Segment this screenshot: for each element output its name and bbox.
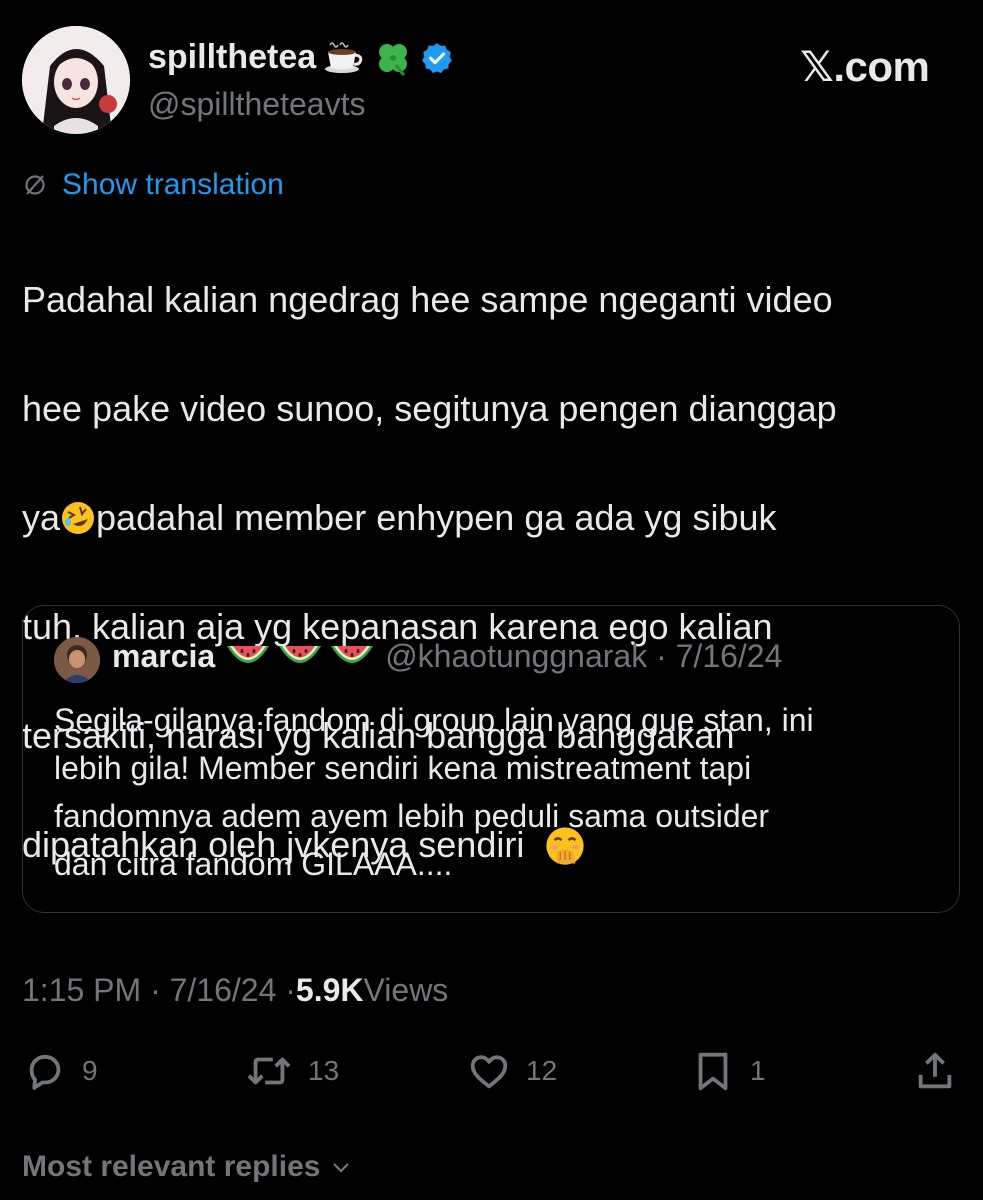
tweet-line: hee pake video sunoo, segitunya pengen d… (22, 387, 837, 429)
like-button[interactable]: 12 (466, 1048, 557, 1094)
watermelon-icon (331, 645, 374, 663)
views-label: Views (363, 972, 449, 1008)
replies-sort-dropdown[interactable]: Most relevant replies (22, 1150, 352, 1184)
bookmark-button[interactable]: 1 (690, 1048, 766, 1094)
tweet-line: ya padahal member enhypen ga ada yg sibu… (22, 491, 962, 546)
empty-set-icon (25, 175, 45, 195)
profile-avatar[interactable] (22, 26, 130, 134)
quote-line: Segila-gilanya fandom di group lain yang… (54, 702, 814, 738)
watermelon-icon (279, 645, 322, 663)
quoted-user-avatar[interactable] (54, 637, 100, 683)
watermelon-emojis (225, 640, 375, 674)
quoted-tweet-text: Segila-gilanya fandom di group lain yang… (54, 696, 934, 888)
reply-button[interactable]: 9 (22, 1048, 98, 1094)
quoted-handle-date[interactable]: @khaotunggnarak · 7/16/24 (385, 638, 782, 675)
share-icon (918, 1052, 952, 1089)
bookmark-count: 1 (750, 1055, 766, 1086)
quote-line: lebih gila! Member sendiri kena mistreat… (54, 750, 752, 786)
brand-watermark: 𝕏.com (800, 43, 930, 90)
display-name[interactable]: spillthetea (148, 38, 316, 77)
show-translation-link[interactable]: Show translation (62, 168, 284, 202)
quote-line: dan citra fandom GILAAA.... (54, 846, 453, 882)
quoted-tweet-header: marcia @khaotunggnarak · 7/16/24 (112, 638, 782, 675)
quoted-avatar-image (54, 637, 100, 683)
tweet-line-prefix: ya (22, 496, 61, 538)
user-handle[interactable]: @spilltheteavts (148, 86, 365, 123)
reply-icon (29, 1054, 61, 1090)
tweet-line: Padahal kalian ngedrag hee sampe ngegant… (22, 278, 833, 320)
coffee-cup-icon (325, 41, 363, 73)
tweet-line-rest: padahal member enhypen ga ada yg sibuk (96, 496, 777, 538)
bookmark-icon (698, 1052, 728, 1091)
share-button[interactable] (912, 1048, 958, 1094)
quoted-display-name[interactable]: marcia (112, 638, 215, 675)
reply-count: 9 (82, 1055, 98, 1086)
repost-button[interactable]: 13 (244, 1048, 339, 1094)
display-name-row[interactable]: spillthetea (148, 38, 454, 77)
repost-count: 13 (308, 1055, 340, 1086)
verified-badge-icon (422, 42, 453, 73)
watermelon-icon (227, 645, 270, 663)
views-count: 5.9K (295, 972, 364, 1008)
repost-icon (247, 1057, 291, 1085)
quote-line: fandomnya adem ayem lebih peduli sama ou… (54, 798, 770, 834)
rolling-on-floor-laughing-emoji-icon (62, 501, 95, 534)
replies-sort-label: Most relevant replies (22, 1150, 321, 1183)
tweet-meta: 1:15 PM · 7/16/24 · 5.9K Views (22, 972, 448, 1009)
translation-row[interactable]: Show translation (22, 168, 284, 202)
anime-girl-avatar-image (22, 26, 130, 134)
four-leaf-clover-icon (379, 43, 408, 76)
like-count: 12 (526, 1055, 558, 1086)
heart-icon (470, 1055, 508, 1089)
timestamp[interactable]: 1:15 PM · 7/16/24 · (22, 972, 296, 1009)
chevron-down-icon (333, 1163, 350, 1173)
